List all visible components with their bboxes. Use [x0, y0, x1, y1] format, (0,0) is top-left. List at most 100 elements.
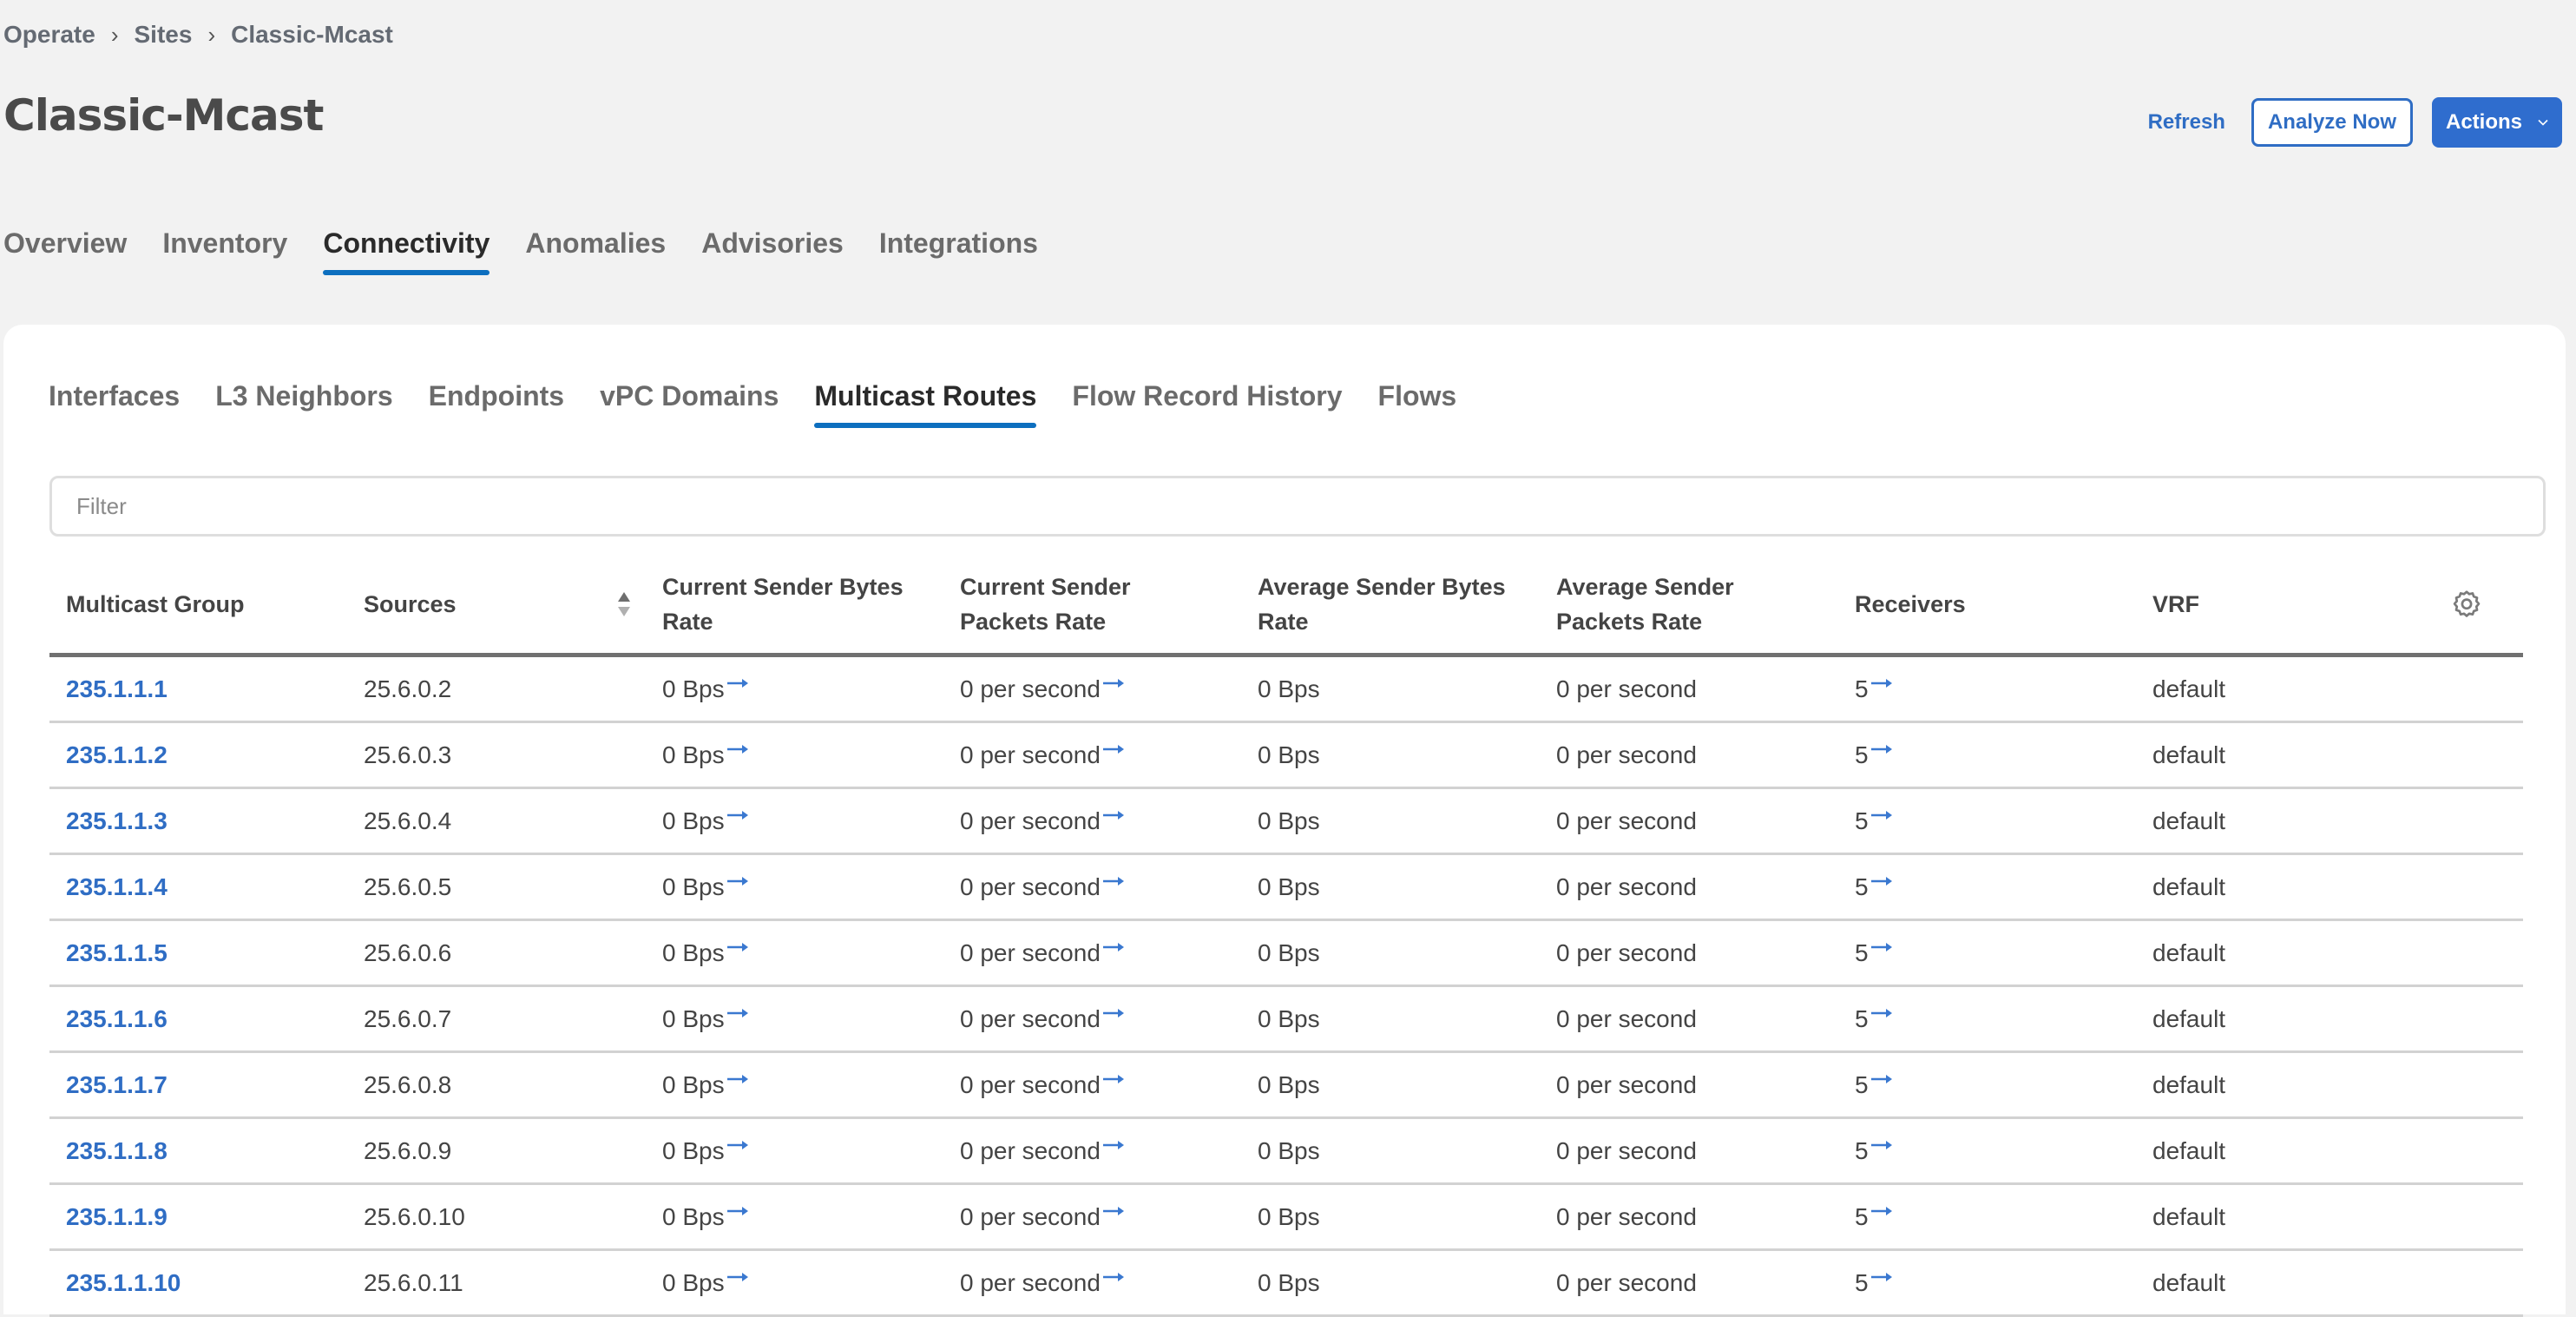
arrow-right-icon[interactable] [726, 1073, 749, 1085]
arrow-right-icon[interactable] [726, 1139, 749, 1151]
arrow-right-icon[interactable] [1102, 809, 1125, 821]
average-bytes-cell: 0 Bps [1258, 1202, 1320, 1230]
tab-inventory[interactable]: Inventory [162, 227, 287, 275]
multicast-group-link[interactable]: 235.1.1.2 [66, 723, 168, 787]
table-row[interactable]: 235.1.1.8 25.6.0.9 0 Bps 0 per second 0 … [49, 1119, 2523, 1185]
tab-advisories[interactable]: Advisories [701, 227, 844, 275]
tab-overview[interactable]: Overview [3, 227, 127, 275]
current-packets-value: 0 per second [960, 1004, 1101, 1032]
arrow-right-icon[interactable] [726, 677, 749, 689]
tab-anomalies[interactable]: Anomalies [525, 227, 666, 275]
vrf-cell: default [2152, 873, 2226, 900]
multicast-group-link[interactable]: 235.1.1.6 [66, 987, 168, 1050]
sort-icon[interactable] [615, 587, 633, 622]
gear-icon[interactable] [2451, 589, 2482, 620]
arrow-right-icon[interactable] [1870, 1205, 1893, 1217]
current-packets-value: 0 per second [960, 1070, 1101, 1098]
multicast-group-link[interactable]: 235.1.1.8 [66, 1119, 168, 1182]
arrow-right-icon[interactable] [1102, 1271, 1125, 1283]
arrow-right-icon[interactable] [1870, 1073, 1893, 1085]
breadcrumb-item-sites[interactable]: Sites [135, 21, 193, 49]
table-row[interactable]: 235.1.1.6 25.6.0.7 0 Bps 0 per second 0 … [49, 987, 2523, 1053]
column-header-average-sender-bytes-rate[interactable]: Average Sender Bytes Rate [1258, 556, 1527, 653]
receivers-value: 5 [1855, 1136, 1869, 1164]
arrow-right-icon[interactable] [1870, 809, 1893, 821]
tab-integrations[interactable]: Integrations [879, 227, 1038, 275]
column-header-sources[interactable]: Sources [364, 556, 457, 653]
current-bytes-cell: 0 Bps [662, 921, 749, 984]
arrow-right-icon[interactable] [1870, 1007, 1893, 1019]
current-bytes-value: 0 Bps [662, 1268, 725, 1296]
arrow-right-icon[interactable] [1102, 1007, 1125, 1019]
breadcrumb-item-operate[interactable]: Operate [3, 21, 95, 49]
average-bytes-cell: 0 Bps [1258, 1070, 1320, 1098]
column-header-current-sender-bytes-rate[interactable]: Current Sender Bytes Rate [662, 556, 931, 653]
arrow-right-icon[interactable] [1102, 1073, 1125, 1085]
arrow-right-icon[interactable] [1102, 1139, 1125, 1151]
arrow-right-icon[interactable] [1102, 1205, 1125, 1217]
multicast-group-link[interactable]: 235.1.1.7 [66, 1053, 168, 1116]
arrow-right-icon[interactable] [1870, 875, 1893, 887]
multicast-group-link[interactable]: 235.1.1.10 [66, 1251, 181, 1314]
arrow-right-icon[interactable] [726, 1271, 749, 1283]
subtab-interfaces[interactable]: Interfaces [49, 380, 180, 428]
subtab-multicast-routes[interactable]: Multicast Routes [814, 380, 1037, 428]
refresh-button[interactable]: Refresh [2143, 109, 2231, 135]
analyze-now-button[interactable]: Analyze Now [2251, 98, 2413, 147]
arrow-right-icon[interactable] [726, 1205, 749, 1217]
arrow-right-icon[interactable] [726, 875, 749, 887]
table-row[interactable]: 235.1.1.7 25.6.0.8 0 Bps 0 per second 0 … [49, 1053, 2523, 1119]
subtab-flow-record-history[interactable]: Flow Record History [1072, 380, 1342, 428]
column-header-vrf[interactable]: VRF [2152, 556, 2199, 653]
chevron-down-icon [2538, 119, 2548, 126]
multicast-group-link[interactable]: 235.1.1.1 [66, 657, 168, 721]
arrow-right-icon[interactable] [1102, 941, 1125, 953]
breadcrumb: Operate › Sites › Classic-Mcast [3, 21, 393, 49]
average-packets-cell: 0 per second [1556, 1004, 1697, 1032]
actions-label: Actions [2445, 110, 2522, 134]
subtab-flows[interactable]: Flows [1378, 380, 1457, 428]
column-header-receivers[interactable]: Receivers [1855, 556, 1966, 653]
current-bytes-value: 0 Bps [662, 938, 725, 966]
arrow-right-icon[interactable] [1102, 677, 1125, 689]
current-packets-cell: 0 per second [960, 657, 1125, 721]
arrow-right-icon[interactable] [1102, 875, 1125, 887]
tab-connectivity[interactable]: Connectivity [323, 227, 490, 275]
subtab-l3-neighbors[interactable]: L3 Neighbors [215, 380, 392, 428]
receivers-cell: 5 [1855, 921, 1893, 984]
arrow-right-icon[interactable] [1870, 1139, 1893, 1151]
arrow-right-icon[interactable] [1870, 1271, 1893, 1283]
table-row[interactable]: 235.1.1.2 25.6.0.3 0 Bps 0 per second 0 … [49, 723, 2523, 789]
column-header-average-sender-packets-rate[interactable]: Average Sender Packets Rate [1556, 556, 1782, 653]
arrow-right-icon[interactable] [726, 743, 749, 755]
current-packets-value: 0 per second [960, 873, 1101, 900]
table-row[interactable]: 235.1.1.1 25.6.0.2 0 Bps 0 per second 0 … [49, 657, 2523, 723]
arrow-right-icon[interactable] [1870, 743, 1893, 755]
multicast-group-link[interactable]: 235.1.1.9 [66, 1185, 168, 1248]
arrow-right-icon[interactable] [726, 941, 749, 953]
table-row[interactable]: 235.1.1.3 25.6.0.4 0 Bps 0 per second 0 … [49, 789, 2523, 855]
table-row[interactable]: 235.1.1.5 25.6.0.6 0 Bps 0 per second 0 … [49, 921, 2523, 987]
table-row[interactable]: 235.1.1.10 25.6.0.11 0 Bps 0 per second … [49, 1251, 2523, 1317]
column-header-multicast-group[interactable]: Multicast Group [66, 556, 245, 653]
multicast-group-link[interactable]: 235.1.1.5 [66, 921, 168, 984]
actions-dropdown-button[interactable]: Actions [2431, 97, 2562, 148]
current-packets-value: 0 per second [960, 1136, 1101, 1164]
column-header-current-sender-packets-rate[interactable]: Current Sender Packets Rate [960, 556, 1186, 653]
filter-input[interactable] [49, 476, 2546, 537]
average-bytes-cell: 0 Bps [1258, 873, 1320, 900]
table-row[interactable]: 235.1.1.4 25.6.0.5 0 Bps 0 per second 0 … [49, 855, 2523, 921]
table-row[interactable]: 235.1.1.9 25.6.0.10 0 Bps 0 per second 0… [49, 1185, 2523, 1251]
arrow-right-icon[interactable] [1102, 743, 1125, 755]
multicast-group-link[interactable]: 235.1.1.3 [66, 789, 168, 853]
arrow-right-icon[interactable] [726, 809, 749, 821]
arrow-right-icon[interactable] [726, 1007, 749, 1019]
average-bytes-cell: 0 Bps [1258, 938, 1320, 966]
subtab-endpoints[interactable]: Endpoints [429, 380, 564, 428]
multicast-group-link[interactable]: 235.1.1.4 [66, 855, 168, 919]
arrow-right-icon[interactable] [1870, 941, 1893, 953]
receivers-value: 5 [1855, 1070, 1869, 1098]
current-packets-cell: 0 per second [960, 789, 1125, 853]
subtab-vpc-domains[interactable]: vPC Domains [600, 380, 779, 428]
arrow-right-icon[interactable] [1870, 677, 1893, 689]
